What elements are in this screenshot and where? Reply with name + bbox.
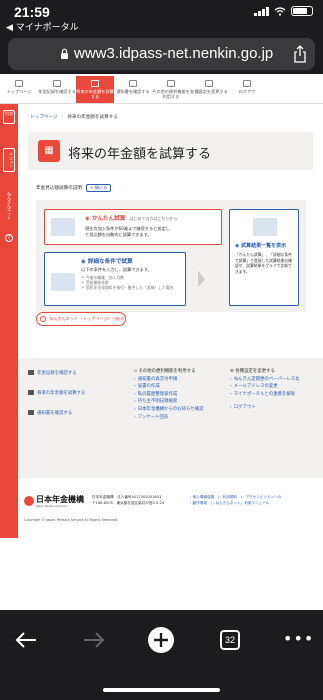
page-title: 将来の年金額を試算する <box>68 147 212 162</box>
simple-estimate-title[interactable]: ◉ かんたん試算 はじめての方はこちらから <box>85 214 177 222</box>
calculator-icon: ▦ <box>38 140 60 162</box>
calculator-illustration <box>51 218 75 236</box>
main-content: トップページ › 将来の年金額を試算する ▦ 将来の年金額を試算する 年金見込額試算… <box>18 104 323 538</box>
gear-icon <box>205 80 213 87</box>
explain-label: 年金見込額試算の説明 <box>36 186 82 191</box>
footer-link[interactable]: 私の履歴整理表作成 <box>134 391 204 399</box>
breadcrumb-current: 将来の年金額を試算する <box>67 115 118 120</box>
footer-link[interactable]: マイナポータルとの連携を解除 <box>230 391 300 399</box>
record-icon <box>28 370 34 375</box>
chevron-left-icon: ‹ <box>40 316 46 322</box>
footer-link[interactable]: 日本年金機構からのお知らせ確認 <box>134 406 204 414</box>
estimate-options: ◉ かんたん試算 はじめての方はこちらから 現在の加入条件が60歳まで継続すると仮… <box>36 200 306 312</box>
org-address: 日本年金機構 法人番号4011305001653 〒168-8505 東京都杉並区… <box>92 495 165 505</box>
page-title-box: ▦ 将来の年金額を試算する <box>28 132 313 170</box>
document-illustration <box>253 218 277 236</box>
notice-icon <box>28 410 34 415</box>
share-icon[interactable] <box>293 45 307 63</box>
arrow-right-icon <box>198 271 205 287</box>
status-bar: 21:59 ◀ マイナポータル <box>0 0 323 34</box>
org-subname: Japan Pension Service <box>36 504 67 508</box>
side-contents-button[interactable]: メニュー <box>3 148 15 172</box>
signal-icon <box>254 6 269 16</box>
footer-link[interactable]: ねんきん定期便のペーパーレス化 <box>230 376 300 384</box>
footer-col-settings: ⚙ 各種設定を変更する ねんきん定期便のペーパーレス化 メールアドレスの変更 マ… <box>230 368 300 412</box>
status-icons <box>254 6 313 16</box>
site-footer: 日本年金機構 Japan Pension Service 日本年金機構 法人番号… <box>18 478 323 538</box>
results-list-title[interactable]: ◉ 試算結果一覧を表示 <box>235 242 286 249</box>
breadcrumb-home[interactable]: トップページ <box>30 115 57 120</box>
back-to-app-link[interactable]: ◀ マイナポータル <box>6 20 79 33</box>
calculator-icon <box>91 80 99 87</box>
back-to-top-button[interactable]: ‹ ねんきんネット（トップページ）へ戻る <box>36 312 126 326</box>
gnav-settings[interactable]: 各種設定を変更する <box>190 76 228 103</box>
explain-row: 年金見込額試算の説明 + 開ける <box>36 184 112 192</box>
footer-link-records[interactable]: 年金記録を確認する <box>28 370 77 376</box>
footer-policy-links[interactable]: › 個人情報保護 | › 利用規約 | › アクセシビリティへの › 動作環境 |… <box>190 494 281 506</box>
more-icon[interactable]: ••• <box>283 631 314 647</box>
gnav-other[interactable]: その他の便利機能を利用する <box>152 76 190 103</box>
new-tab-plus-icon[interactable] <box>147 626 175 654</box>
home-indicator <box>103 688 220 692</box>
form-illustration <box>51 273 75 291</box>
lock-icon <box>61 48 68 59</box>
global-nav: トップページ 年金記録を確認する 将来の年金額を試算する 通知書を確認する その… <box>0 76 323 104</box>
url-text: www3.idpass-net.nenkin.go.jp <box>74 45 274 62</box>
gnav-records[interactable]: 年金記録を確認する <box>38 76 76 103</box>
address-field[interactable]: www3.idpass-net.nenkin.go.jp <box>8 38 315 70</box>
tab-count-button[interactable]: 32 <box>220 630 240 650</box>
simple-estimate-card[interactable]: ◉ かんたん試算 はじめての方はこちらから 現在の加入条件が60歳まで継続すると仮… <box>44 209 222 245</box>
gnav-estimate[interactable]: 将来の年金額を試算する <box>76 76 114 103</box>
battery-icon <box>291 6 313 16</box>
detail-note: ＊ 国民年金保険料を納付・猶予した（追納）した場合 <box>81 285 174 291</box>
back-arrow-icon[interactable] <box>14 630 38 650</box>
results-list-card[interactable]: ◉ 試算結果一覧を表示 「かんたん試算」、「詳細な条件 で試算」で登録した試算結果… <box>229 209 299 306</box>
gnav-logout[interactable]: ログアウ <box>228 76 266 103</box>
footer-link[interactable]: メールアドレスの変更 <box>230 383 300 391</box>
gnav-notices[interactable]: 通知書を確認する <box>114 76 152 103</box>
wifi-icon <box>274 6 286 16</box>
side-rail: 目次 メニュー ねんきんネット ? <box>0 104 18 538</box>
footer-link[interactable]: 通知書の再交付申請 <box>134 376 204 384</box>
home-icon <box>15 80 23 87</box>
browser-url-bar: www3.idpass-net.nenkin.go.jp <box>0 34 323 74</box>
breadcrumb: トップページ › 将来の年金額を試算する <box>30 115 118 120</box>
notice-icon <box>129 80 137 87</box>
detail-estimate-title[interactable]: ◉ 詳細な条件で試算 <box>81 257 133 265</box>
footer-link-notices[interactable]: 通知書を確認する <box>28 410 72 416</box>
logout-icon <box>243 80 251 87</box>
status-time: 21:59 <box>14 4 50 20</box>
footer-link[interactable]: 持ち主不明記録検索 <box>134 398 204 406</box>
logout-link[interactable]: ログアウト <box>230 404 300 412</box>
footer-nav: 年金記録を確認する 将来の年金額を試算する 通知書を確認する ▫ その他の便利機… <box>18 358 323 478</box>
help-icon[interactable]: ? <box>5 234 13 242</box>
footer-link[interactable]: アンケート回答 <box>134 414 204 422</box>
gnav-top[interactable]: トップページ <box>0 76 38 103</box>
forward-arrow-icon[interactable] <box>82 630 106 650</box>
calculator-icon <box>28 390 34 395</box>
chat-icon <box>167 80 175 87</box>
detail-estimate-card[interactable]: ◉ 詳細な条件で試算 以下の条件を入力し、試算できます。 ＊ 今後の職業、加入月… <box>44 252 186 306</box>
record-icon <box>53 80 61 87</box>
jps-logo-icon <box>24 496 34 506</box>
explain-open-button[interactable]: + 開ける <box>85 184 112 192</box>
footer-col-other: ▫ その他の便利機能を利用する 通知書の再交付申請 届書の作成 私の履歴整理表作… <box>134 368 204 421</box>
copyright: Copyright © Japan Pension Service All Ri… <box>24 518 119 522</box>
side-vertical-label: ねんきんネット <box>7 192 12 220</box>
footer-link-estimate[interactable]: 将来の年金額を試算する <box>28 390 85 396</box>
footer-link[interactable]: 届書の作成 <box>134 383 204 391</box>
side-menu-button[interactable]: 目次 <box>3 110 15 124</box>
browser-toolbar: 32 ••• <box>0 610 323 700</box>
